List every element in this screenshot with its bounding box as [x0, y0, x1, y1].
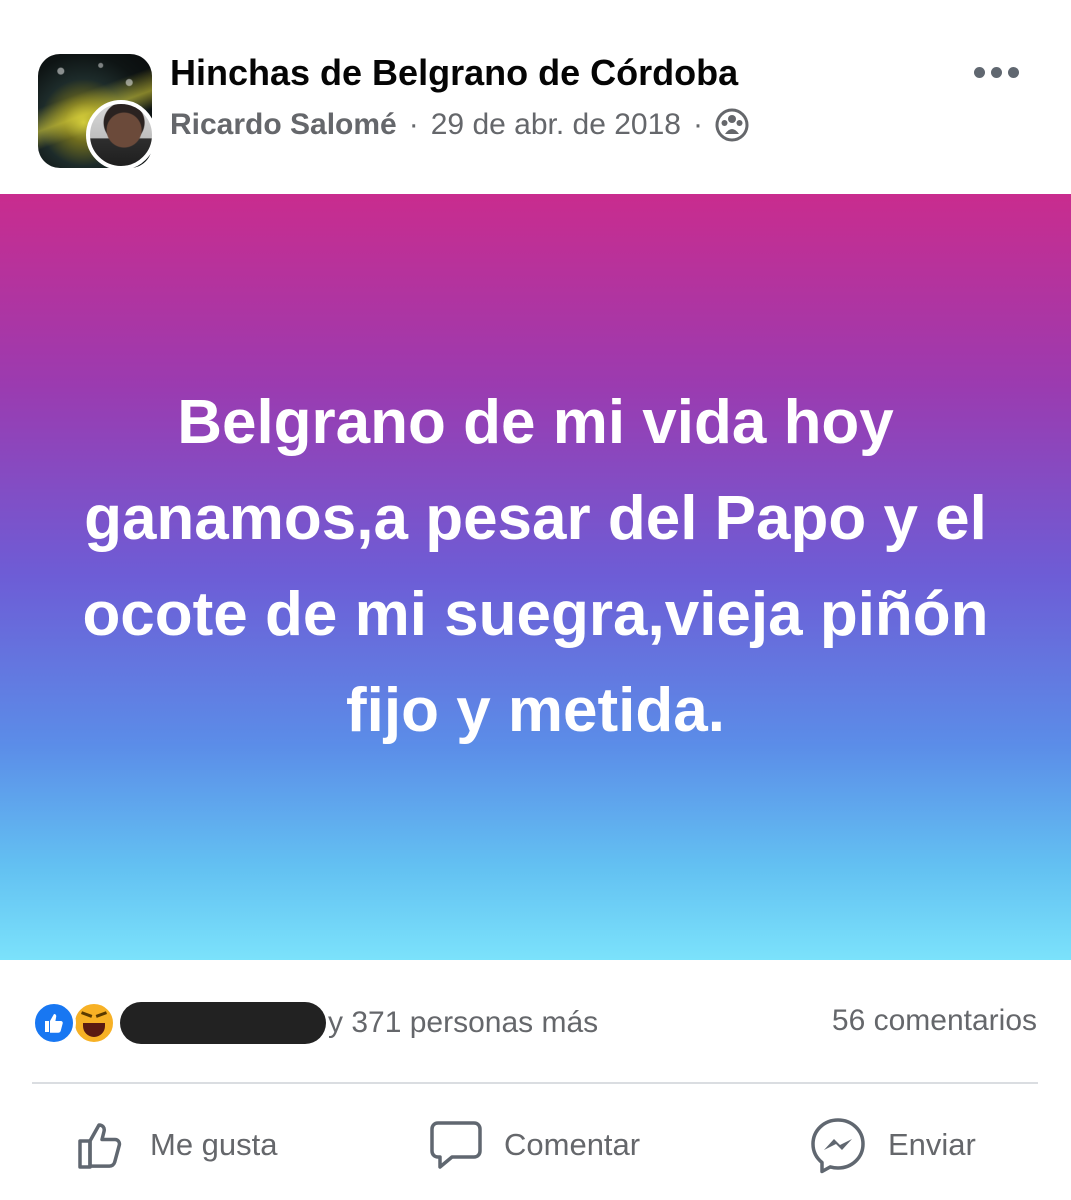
group-icon — [715, 108, 749, 142]
comment-button[interactable]: Comentar — [428, 1110, 640, 1180]
more-options-icon[interactable] — [972, 60, 1020, 84]
like-icon — [32, 1001, 76, 1045]
group-avatar[interactable] — [38, 54, 156, 170]
action-bar: Me gusta Comentar Enviar — [0, 1110, 1071, 1180]
reactions-summary[interactable]: y 371 personas más — [32, 998, 598, 1048]
thumbs-up-icon — [74, 1117, 130, 1173]
haha-icon — [72, 1001, 116, 1045]
send-button[interactable]: Enviar — [808, 1110, 976, 1180]
post-meta: Ricardo Salomé · 29 de abr. de 2018 · — [170, 108, 749, 142]
reactions-count[interactable]: y 371 personas más — [328, 1006, 598, 1040]
author-name[interactable]: Ricardo Salomé — [170, 108, 397, 142]
comment-icon — [428, 1117, 484, 1173]
like-button[interactable]: Me gusta — [74, 1110, 278, 1180]
divider — [32, 1082, 1038, 1084]
post-text: Belgrano de mi vida hoy ganamos,a pesar … — [82, 388, 989, 745]
send-button-label: Enviar — [888, 1127, 976, 1162]
post-content: Belgrano de mi vida hoy ganamos,a pesar … — [0, 194, 1071, 960]
messenger-icon — [808, 1115, 868, 1175]
group-name[interactable]: Hinchas de Belgrano de Córdoba — [170, 52, 738, 94]
post-date[interactable]: 29 de abr. de 2018 — [431, 108, 681, 142]
like-button-label: Me gusta — [150, 1127, 278, 1162]
comment-button-label: Comentar — [504, 1127, 641, 1162]
meta-separator: · — [408, 108, 419, 141]
meta-separator: · — [692, 108, 703, 141]
redacted-name — [120, 1002, 326, 1044]
post-header: Hinchas de Belgrano de Córdoba Ricardo S… — [0, 0, 1071, 194]
author-avatar[interactable] — [86, 100, 156, 170]
comments-count[interactable]: 56 comentarios — [832, 1004, 1037, 1038]
